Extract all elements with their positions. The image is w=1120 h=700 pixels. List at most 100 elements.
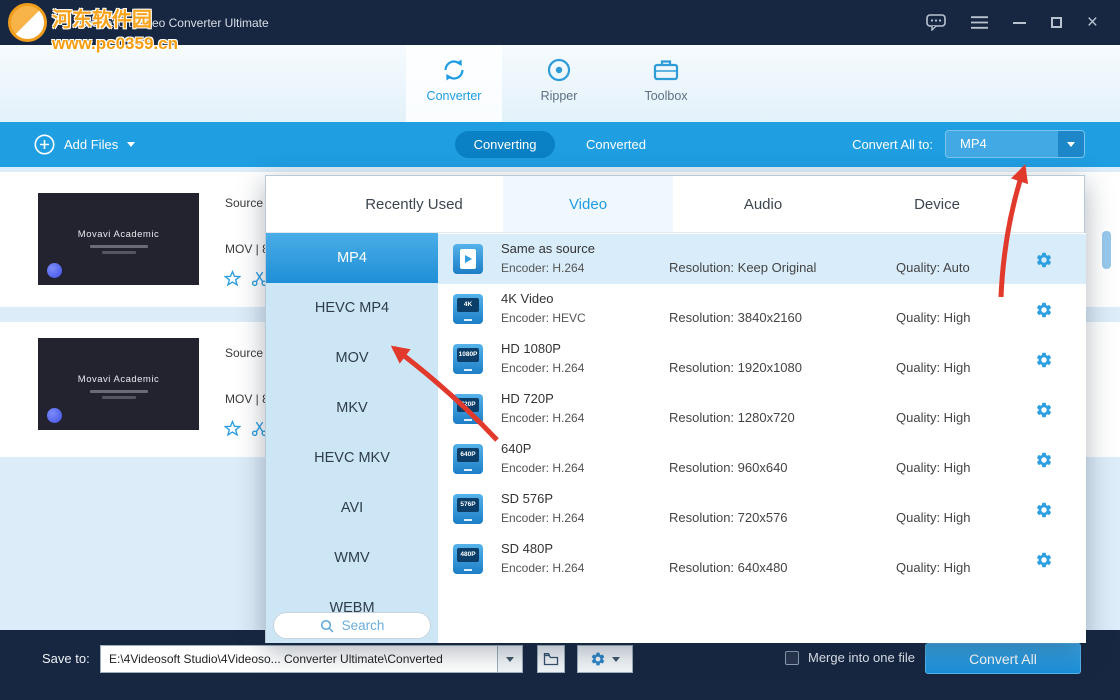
output-format-dropdown[interactable]: MP4 [945,130,1085,158]
settings-gear-icon[interactable] [1035,501,1053,519]
chevron-down-icon [612,657,620,662]
sidebar-item-mp4[interactable]: MP4 [266,233,438,283]
format-option-720p[interactable]: 720P HD 720P Encoder: H.264 Resolution: … [438,384,1086,434]
sidebar-item-hevc-mp4[interactable]: HEVC MP4 [266,283,438,333]
sidebar-item-hevc-mkv[interactable]: HEVC MKV [266,433,438,483]
format-option-1080p[interactable]: 1080P HD 1080P Encoder: H.264 Resolution… [438,334,1086,384]
star-icon[interactable] [224,420,241,437]
format-picker-panel: Recently Used Video Audio Device MP4 HEV… [265,175,1085,643]
sidebar-item-avi[interactable]: AVI [266,483,438,533]
save-to-label: Save to: [42,644,90,673]
ripper-icon [545,56,573,84]
format-option-640p[interactable]: 640P 640P Encoder: H.264 Resolution: 960… [438,434,1086,484]
source-label: Source [225,196,263,210]
tab-converting[interactable]: Converting [455,131,555,158]
chevron-down-icon [506,657,514,662]
thumbnail-logo-dot [47,263,62,278]
converter-icon [440,56,468,84]
format-option-4k[interactable]: 4K 4K Video Encoder: HEVC Resolution: 38… [438,284,1086,334]
settings-gear-icon[interactable] [1035,551,1053,569]
convert-all-button[interactable]: Convert All [925,643,1081,674]
source-label: Source [225,346,263,360]
merge-checkbox[interactable] [785,651,799,665]
scrollbar-thumb[interactable] [1102,231,1111,269]
toolbox-icon [652,56,680,84]
settings-gear-icon[interactable] [1035,301,1053,319]
format-encoder: Encoder: H.264 [501,511,584,525]
thumbnail-subtext [90,390,148,393]
sidebar-item-mkv[interactable]: MKV [266,383,438,433]
format-quality: Quality: High [896,460,970,475]
format-option-same-as-source[interactable]: Same as source Encoder: H.264 Resolution… [438,234,1086,284]
format-title: 640P [501,441,531,456]
panel-tab-recently-used[interactable]: Recently Used [365,176,463,233]
file-format-info: MOV | 8 [225,392,269,406]
search-box[interactable]: Search [273,612,431,639]
settings-gear-icon[interactable] [1035,451,1053,469]
resolution-badge-icon: 480P [453,544,483,574]
settings-gear-icon[interactable] [1035,401,1053,419]
top-navigation: Converter Ripper Toolbox [0,45,1120,122]
format-option-576p[interactable]: 576P SD 576P Encoder: H.264 Resolution: … [438,484,1086,534]
panel-tab-device[interactable]: Device [914,176,960,233]
format-resolution: Resolution: 960x640 [669,460,788,475]
menu-icon[interactable] [971,16,988,29]
sidebar-item-wmv[interactable]: WMV [266,533,438,583]
folder-icon [543,652,559,666]
output-settings-button[interactable] [577,645,633,673]
sidebar-item-mov[interactable]: MOV [266,333,438,383]
tab-ripper[interactable]: Ripper [511,45,607,122]
maximize-button[interactable] [1051,17,1062,28]
settings-gear-icon[interactable] [1035,351,1053,369]
settings-gear-icon[interactable] [1035,251,1053,269]
resolution-badge-icon: 640P [453,444,483,474]
format-encoder: Encoder: H.264 [501,461,584,475]
panel-tab-video[interactable]: Video [569,176,607,233]
format-title: SD 576P [501,491,553,506]
format-encoder: Encoder: HEVC [501,311,586,325]
format-encoder: Encoder: H.264 [501,261,584,275]
format-resolution: Resolution: 720x576 [669,510,788,525]
add-files-button[interactable]: Add Files [34,131,135,158]
format-quality: Quality: High [896,510,970,525]
format-quality: Quality: High [896,310,970,325]
format-title: Same as source [501,241,595,256]
format-quality: Quality: Auto [896,260,970,275]
minimize-button[interactable] [1013,22,1026,24]
format-quality: Quality: High [896,410,970,425]
chevron-down-icon [127,142,135,147]
video-thumbnail[interactable]: Movavi Academic [38,193,199,285]
thumbnail-logo-dot [47,408,62,423]
tab-converter[interactable]: Converter [406,45,502,122]
format-resolution: Resolution: Keep Original [669,260,816,275]
panel-tab-audio[interactable]: Audio [744,176,782,233]
app-window: 4Videosoft Video Converter Ultimate × 河东… [0,0,1120,700]
format-option-list: Same as source Encoder: H.264 Resolution… [438,233,1086,643]
save-path-dropdown-button[interactable] [497,645,523,673]
converted-label: Converted [586,137,646,152]
format-resolution: Resolution: 1920x1080 [669,360,802,375]
format-sidebar: MP4 HEVC MP4 MOV MKV HEVC MKV AVI WMV WE… [266,233,438,643]
close-button[interactable]: × [1087,13,1098,32]
chevron-down-icon [1067,142,1075,147]
thumbnail-title: Movavi Academic [38,229,199,240]
format-quality: Quality: High [896,560,970,575]
star-icon[interactable] [224,270,241,287]
tab-converted[interactable]: Converted [576,131,656,158]
save-path-input[interactable] [100,645,498,673]
window-title: 4Videosoft Video Converter Ultimate [75,16,269,30]
resolution-badge-icon: 576P [453,494,483,524]
search-icon [320,619,334,633]
video-thumbnail[interactable]: Movavi Academic [38,338,199,430]
resolution-badge-icon: 1080P [453,344,483,374]
merge-label: Merge into one file [808,650,915,665]
format-resolution: Resolution: 1280x720 [669,410,795,425]
open-folder-button[interactable] [537,645,565,673]
format-encoder: Encoder: H.264 [501,561,584,575]
format-option-480p[interactable]: 480P SD 480P Encoder: H.264 Resolution: … [438,534,1086,584]
tab-toolbox[interactable]: Toolbox [618,45,714,122]
feedback-icon[interactable] [926,14,946,31]
dropdown-caret-zone[interactable] [1058,131,1084,157]
format-title: SD 480P [501,541,553,556]
plus-circle-icon [34,134,55,155]
